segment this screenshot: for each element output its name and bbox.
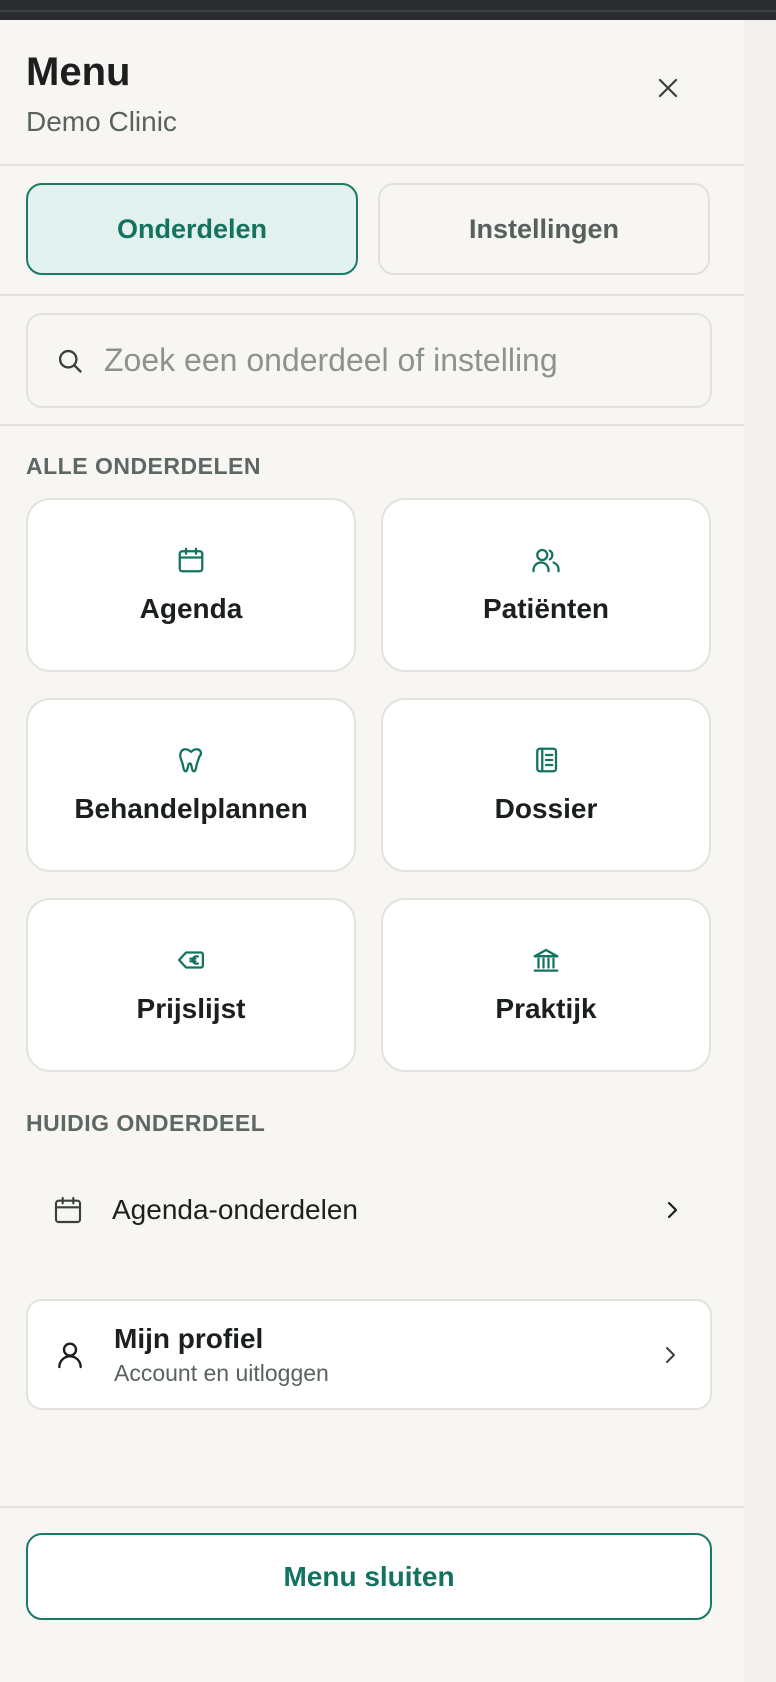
close-menu-button[interactable]: Menu sluiten	[26, 1533, 712, 1620]
module-card-prijslijst[interactable]: Prijslijst	[26, 898, 356, 1072]
search-box[interactable]	[26, 313, 712, 408]
menu-header: Menu Demo Clinic	[26, 48, 177, 140]
module-label: Prijslijst	[136, 993, 246, 1024]
divider	[0, 164, 744, 166]
module-label: Praktijk	[495, 993, 597, 1024]
current-module-row[interactable]: Agenda-onderdelen	[26, 1170, 712, 1250]
divider	[0, 294, 744, 296]
search-input[interactable]	[102, 341, 686, 380]
calendar-icon	[54, 1196, 82, 1224]
browser-top-bar	[0, 0, 776, 20]
section-label-current: HUIDIG ONDERDEEL	[26, 1110, 266, 1136]
profile-title: Mijn profiel	[114, 1322, 264, 1354]
close-icon	[658, 78, 678, 98]
bank-icon	[533, 948, 559, 972]
euro-tag-icon	[178, 951, 204, 969]
module-card-behandelplannen[interactable]: Behandelplannen	[26, 698, 356, 872]
users-icon	[532, 548, 560, 573]
close-button[interactable]	[648, 68, 688, 108]
profile-texts: Mijn profiel Account en uitloggen	[114, 1322, 658, 1388]
module-label: Behandelplannen	[74, 793, 308, 824]
module-card-agenda[interactable]: Agenda	[26, 498, 356, 672]
panel-edge	[744, 20, 776, 1682]
top-bar-line	[0, 10, 776, 12]
section-label-all: ALLE ONDERDELEN	[26, 453, 261, 479]
user-icon	[58, 1341, 82, 1368]
tooth-icon	[179, 748, 203, 773]
chevron-right-icon	[667, 1201, 678, 1219]
page-title: Menu	[26, 50, 131, 94]
calendar-icon	[178, 547, 204, 573]
profile-subtitle: Account en uitloggen	[114, 1359, 329, 1386]
module-label: Dossier	[494, 793, 598, 824]
divider	[0, 424, 744, 426]
current-module-label: Agenda-onderdelen	[112, 1194, 358, 1225]
divider	[0, 1506, 744, 1508]
notebook-icon	[536, 747, 558, 773]
profile-row[interactable]: Mijn profiel Account en uitloggen	[26, 1299, 712, 1410]
module-label: Agenda	[139, 593, 243, 624]
module-card-praktijk[interactable]: Praktijk	[381, 898, 711, 1072]
module-label: Patiënten	[482, 593, 610, 624]
search-icon	[58, 349, 82, 373]
module-card-dossier[interactable]: Dossier	[381, 698, 711, 872]
clinic-name: Demo Clinic	[26, 106, 177, 137]
chevron-right-icon	[666, 1346, 675, 1363]
module-card-patienten[interactable]: Patiënten	[381, 498, 711, 672]
tab-instellingen[interactable]: Instellingen	[378, 183, 710, 275]
tab-onderdelen[interactable]: Onderdelen	[26, 183, 358, 275]
